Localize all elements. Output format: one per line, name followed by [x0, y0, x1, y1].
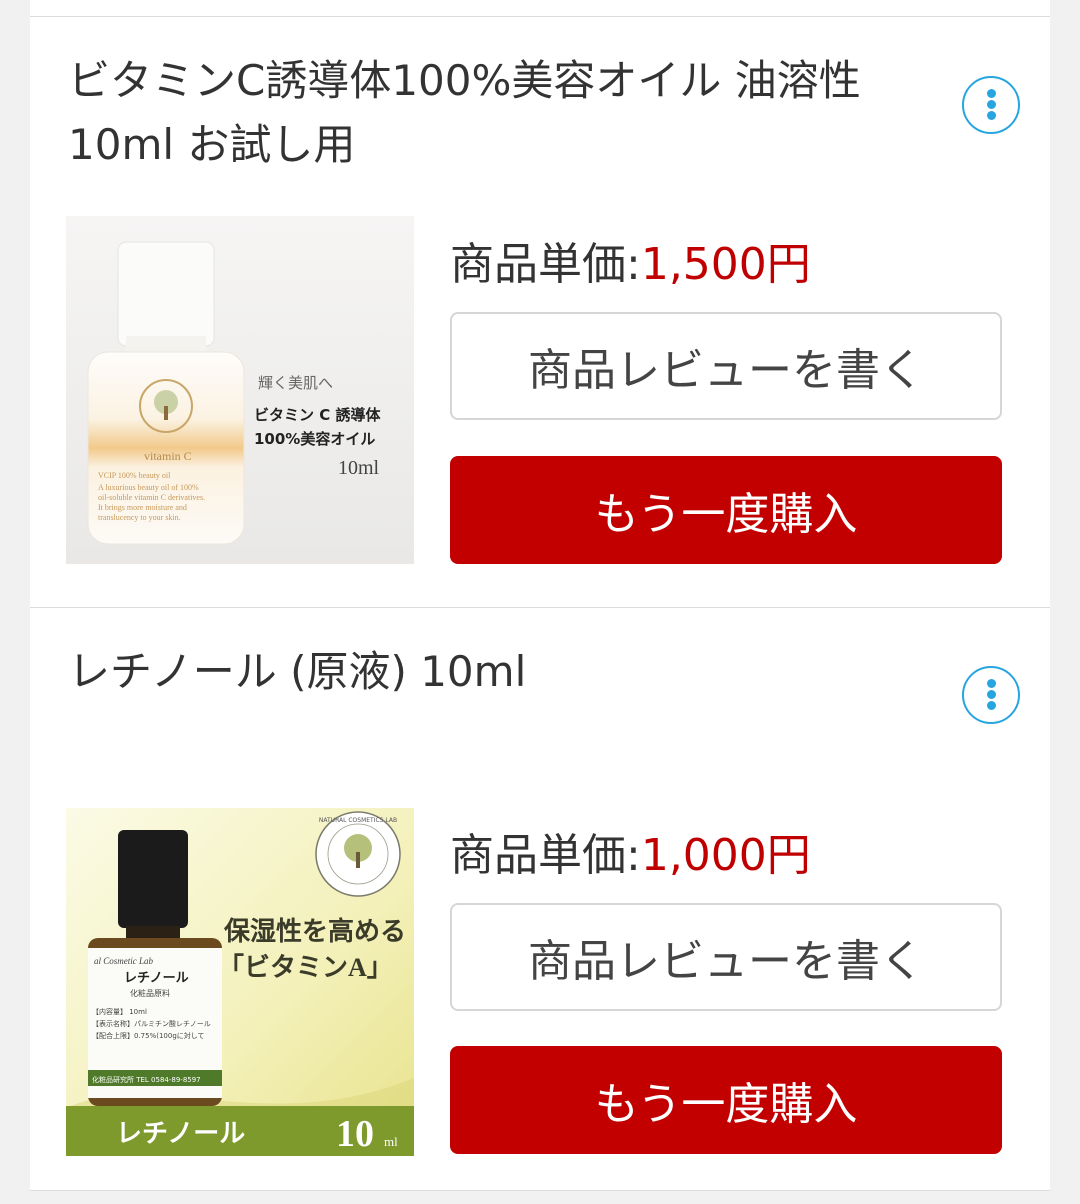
unit-price: 商品単価:1,500円: [450, 237, 811, 293]
bottle-text: VCIP 100% beauty oil: [98, 471, 171, 480]
label-name: レチノール: [124, 971, 189, 986]
image-headline: 「ビタミンA」: [218, 952, 393, 982]
buy-again-button[interactable]: もう一度購入: [450, 1046, 1002, 1154]
retinol-image: レチノール 10 ml NATURAL COSMETICS LAB 保湿性を高め…: [66, 808, 414, 1156]
unit-price-label: 商品単価:: [450, 239, 641, 290]
label-footer: 化粧品研究所 TEL 0584-89-8597: [92, 1075, 201, 1084]
image-footer-name: レチノール: [116, 1119, 245, 1149]
previous-card: [30, 0, 1050, 17]
bottle-text: A luxurious beauty oil of 100%: [98, 483, 199, 492]
vitamin-c-oil-image: vitamin C VCIP 100% beauty oil A luxurio…: [66, 216, 414, 564]
write-review-button[interactable]: 商品レビューを書く: [450, 903, 1002, 1011]
product-image[interactable]: レチノール 10 ml NATURAL COSMETICS LAB 保湿性を高め…: [66, 808, 414, 1156]
image-footer-unit: ml: [384, 1134, 398, 1149]
bottle-text: translucency to your skin.: [98, 513, 181, 522]
write-review-button[interactable]: 商品レビューを書く: [450, 312, 1002, 420]
label-brand: al Cosmetic Lab: [94, 956, 154, 966]
image-headline: 保湿性を高める: [223, 916, 406, 946]
more-options-icon[interactable]: [962, 666, 1020, 724]
order-item: ビタミンC誘導体100%美容オイル 油溶性 10ml お試し用 vitamin …: [30, 17, 1050, 608]
unit-price: 商品単価:1,000円: [450, 828, 811, 884]
bottle-text: oil-soluble vitamin C derivatives.: [98, 493, 205, 502]
bottle-text: It brings more moisture and: [98, 503, 187, 512]
bottle-brand: vitamin C: [144, 449, 192, 463]
image-product-name: ビタミン C 誘導体: [254, 406, 381, 424]
image-product-name: 100%美容オイル: [254, 430, 375, 448]
label-text: 【内容量】 10ml: [92, 1007, 147, 1016]
image-volume: 10ml: [338, 457, 380, 479]
label-sub: 化粧品原料: [130, 988, 170, 998]
more-options-icon[interactable]: [962, 76, 1020, 134]
seal-text: NATURAL COSMETICS LAB: [319, 817, 397, 824]
label-text: 【配合上限】0.75%(100gに対して: [92, 1031, 205, 1040]
buy-again-button[interactable]: もう一度購入: [450, 456, 1002, 564]
product-title[interactable]: ビタミンC誘導体100%美容オイル 油溶性 10ml お試し用: [68, 49, 898, 177]
product-title[interactable]: レチノール (原液) 10ml: [68, 640, 898, 704]
order-item: レチノール (原液) 10ml レチノール 10 ml NATURAL COSM…: [30, 608, 1050, 1190]
unit-price-value: 1,000円: [640, 830, 811, 881]
product-image[interactable]: vitamin C VCIP 100% beauty oil A luxurio…: [66, 216, 414, 564]
image-footer-volume: 10: [336, 1113, 374, 1155]
unit-price-label: 商品単価:: [450, 830, 641, 881]
unit-price-value: 1,500円: [640, 239, 811, 290]
order-items-card: ビタミンC誘導体100%美容オイル 油溶性 10ml お試し用 vitamin …: [30, 17, 1050, 1191]
image-tagline: 輝く美肌へ: [258, 375, 333, 392]
label-text: 【表示名称】パルミチン酸レチノール: [92, 1019, 211, 1028]
